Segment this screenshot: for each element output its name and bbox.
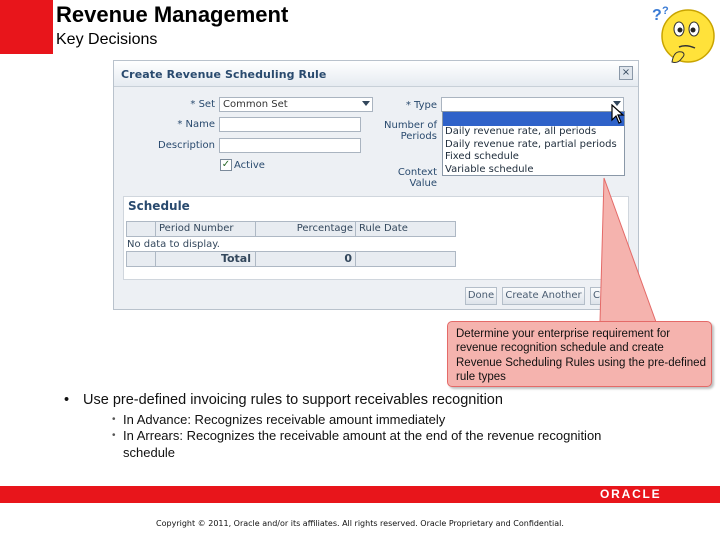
chevron-down-icon[interactable] (362, 101, 370, 106)
mouse-pointer-icon (611, 104, 625, 124)
context-value-label: Context Value (380, 167, 437, 189)
callout-pointer (599, 177, 657, 323)
thinking-face-icon: ? ? (648, 2, 718, 72)
set-label: * Set (190, 99, 215, 110)
create-another-button[interactable]: Create Another (502, 287, 585, 305)
dialog-header: Create Revenue Scheduling Rule × (114, 61, 638, 87)
slide-subtitle: Key Decisions (56, 31, 158, 48)
type-option[interactable]: Daily revenue rate, partial periods (443, 139, 624, 152)
sub-bullet-text: In Advance: Recognizes receivable amount… (123, 412, 446, 427)
svg-text:?: ? (662, 5, 669, 17)
copyright-text: Copyright © 2011, Oracle and/or its affi… (156, 519, 564, 528)
type-label: * Type (405, 100, 437, 111)
type-dropdown-list[interactable]: Daily revenue rate, all periods Daily re… (442, 111, 625, 176)
number-of-periods-label: Number of Periods (380, 120, 437, 142)
name-label: * Name (177, 119, 215, 130)
context-label-line1: Context (397, 167, 437, 178)
name-field[interactable] (219, 117, 361, 132)
type-select[interactable] (441, 97, 624, 112)
table-row-selector-header (126, 221, 156, 237)
slide-title: Revenue Management (56, 2, 289, 27)
column-percentage[interactable]: Percentage (255, 221, 356, 237)
type-option[interactable]: Daily revenue rate, all periods (443, 126, 624, 139)
sub-bullet-marker: • (112, 430, 116, 441)
total-value: 0 (255, 251, 356, 267)
type-option[interactable]: Variable schedule (443, 164, 624, 177)
schedule-title: Schedule (128, 199, 190, 213)
callout-text: Determine your enterprise requirement fo… (456, 328, 706, 383)
schedule-panel (123, 196, 629, 280)
periods-label-line2: Periods (400, 131, 437, 142)
no-data-message: No data to display. (127, 239, 220, 250)
set-select[interactable]: Common Set (219, 97, 373, 112)
set-select-value: Common Set (223, 99, 288, 110)
active-label: Active (234, 160, 265, 171)
description-label: Description (158, 140, 215, 151)
total-row-empty (355, 251, 456, 267)
periods-label-line1: Number of (384, 120, 437, 131)
type-option[interactable]: Fixed schedule (443, 151, 624, 164)
bullet-marker: • (64, 392, 70, 408)
column-rule-date[interactable]: Rule Date (355, 221, 456, 237)
active-checkbox[interactable]: ✓ (220, 159, 232, 171)
sub-bullet-text: In Arrears: Recognizes the receivable am… (123, 428, 602, 460)
total-label: Total (155, 251, 256, 267)
done-button[interactable]: Done (465, 287, 497, 305)
brand-red-block (0, 0, 53, 54)
dropdown-highlight[interactable] (443, 112, 624, 126)
dialog-title: Create Revenue Scheduling Rule (121, 68, 327, 81)
close-icon[interactable]: × (619, 66, 633, 80)
context-label-line2: Value (409, 178, 437, 189)
column-period-number[interactable]: Period Number (155, 221, 256, 237)
description-field[interactable] (219, 138, 361, 153)
main-bullet-text: Use pre-defined invoicing rules to suppo… (83, 392, 503, 408)
sub-bullet-marker: • (112, 414, 116, 425)
total-row-spacer (126, 251, 156, 267)
svg-text:?: ? (652, 7, 662, 24)
oracle-logo: ORACLE (600, 487, 662, 501)
